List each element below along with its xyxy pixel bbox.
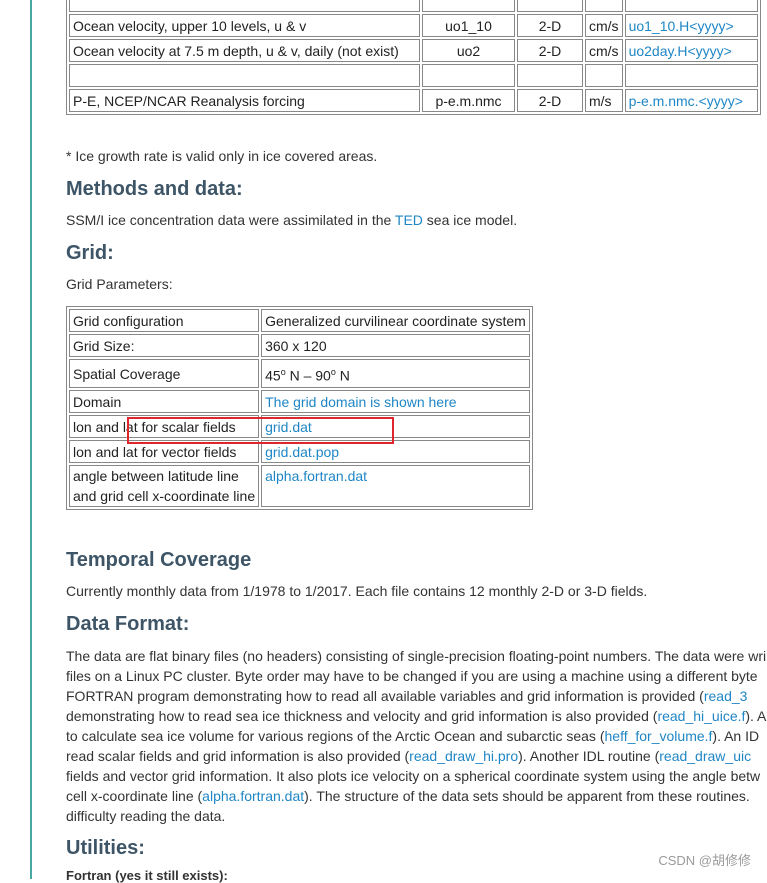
paragraph-line: files on a Linux PC cluster. Byte order … <box>66 668 758 684</box>
table-cell: cm/s <box>585 14 623 37</box>
table-row: Domain The grid domain is shown here <box>69 390 530 413</box>
grid-label: Grid configuration <box>69 309 260 332</box>
csdn-watermark: CSDN @胡修修 <box>658 853 751 868</box>
grid-value: 360 x 120 <box>261 334 530 357</box>
grid-domain-link[interactable]: The grid domain is shown here <box>265 394 456 410</box>
methods-text: SSM/I ice concentration data were assimi… <box>66 212 518 228</box>
table-row: P-E, NCEP/NCAR Reanalysis forcing p-e.m.n… <box>69 89 758 112</box>
grid-value: Generalized curvilinear coordinate syste… <box>261 309 530 332</box>
table-row: Ocean velocity, upper 10 levels, u & v uo… <box>69 14 758 37</box>
table-cell <box>69 64 420 87</box>
table-row: Ocean velocity at 7.5 m depth, u & v, da… <box>69 39 758 62</box>
table-row <box>69 0 758 12</box>
file-link[interactable]: read_hi_uice.f <box>657 708 745 724</box>
table-cell: P-E, NCEP/NCAR Reanalysis forcing <box>69 89 420 112</box>
table-cell <box>624 64 758 87</box>
table-cell: cm/s <box>585 39 623 62</box>
table-row: Grid configuration Generalized curviline… <box>69 309 530 332</box>
table-row: Grid Size: 360 x 120 <box>69 334 530 357</box>
variables-table: Ocean velocity, upper 10 levels, u & v uo… <box>66 0 761 115</box>
grid-intro: Grid Parameters: <box>66 276 173 292</box>
utilities-heading: Utilities: <box>66 837 145 859</box>
file-link[interactable]: read_3 <box>704 688 748 704</box>
table-cell <box>517 64 583 87</box>
paragraph-line: fields and vector grid information. It a… <box>66 768 761 784</box>
data-format-heading: Data Format: <box>66 613 190 635</box>
grid-label: Spatial Coverage <box>69 359 260 388</box>
table-cell: p-e.m.nmc <box>422 89 515 112</box>
paragraph-line: The data are flat binary files (no heade… <box>66 648 767 664</box>
grid-value: alpha.fortran.dat <box>261 465 530 507</box>
paragraph-line: difficulty reading the data. <box>66 808 226 824</box>
paragraph-line: read scalar fields and grid information … <box>66 748 752 764</box>
table-row <box>69 64 758 87</box>
grid-dat-pop-link[interactable]: grid.dat.pop <box>265 444 339 460</box>
file-link[interactable]: alpha.fortran.dat <box>202 788 304 804</box>
fortran-subheading: Fortran (yes it still exists): <box>66 868 228 883</box>
table-cell <box>624 0 758 12</box>
table-cell <box>585 64 623 87</box>
page-left-border <box>30 0 32 879</box>
highlight-box <box>127 417 394 444</box>
grid-value: 45o N – 90o N <box>261 359 530 388</box>
temporal-heading: Temporal Coverage <box>66 549 252 571</box>
grid-label: Grid Size: <box>69 334 260 357</box>
table-cell <box>422 64 515 87</box>
table-row: Spatial Coverage 45o N – 90o N <box>69 359 530 388</box>
file-link[interactable]: read_draw_hi.pro <box>409 748 518 764</box>
table-cell: uo2 <box>422 39 515 62</box>
table-cell: 2-D <box>517 14 583 37</box>
paragraph-line: to calculate sea ice volume for various … <box>66 728 760 744</box>
table-cell <box>69 0 420 12</box>
footnote: * Ice growth rate is valid only in ice c… <box>66 148 378 164</box>
table-cell: uo2day.H<yyyy> <box>624 39 758 62</box>
file-link[interactable]: heff_for_volume.f <box>605 728 713 744</box>
variable-file-link[interactable]: p-e.m.nmc.<yyyy> <box>629 93 743 109</box>
table-cell: p-e.m.nmc.<yyyy> <box>624 89 758 112</box>
alpha-fortran-link[interactable]: alpha.fortran.dat <box>265 468 367 484</box>
grid-label: Domain <box>69 390 260 413</box>
table-cell: m/s <box>585 89 623 112</box>
variable-file-link[interactable]: uo1_10.H<yyyy> <box>629 18 734 34</box>
grid-heading: Grid: <box>66 242 114 264</box>
file-link[interactable]: read_draw_uic <box>659 748 751 764</box>
grid-label: angle between latitude line and grid cell… <box>69 465 260 507</box>
paragraph-line: cell x-coordinate line (alpha.fortran.da… <box>66 788 750 804</box>
table-cell <box>585 0 623 12</box>
methods-heading: Methods and data: <box>66 178 243 200</box>
table-cell: 2-D <box>517 89 583 112</box>
table-cell <box>517 0 583 12</box>
temporal-text: Currently monthly data from 1/1978 to 1/… <box>66 583 648 599</box>
ted-link[interactable]: TED <box>395 212 423 228</box>
table-cell: Ocean velocity, upper 10 levels, u & v <box>69 14 420 37</box>
table-cell <box>422 0 515 12</box>
variable-file-link[interactable]: uo2day.H<yyyy> <box>629 43 732 59</box>
table-cell: Ocean velocity at 7.5 m depth, u & v, da… <box>69 39 420 62</box>
paragraph-line: FORTRAN program demonstrating how to rea… <box>66 688 748 704</box>
grid-table: Grid configuration Generalized curviline… <box>66 306 533 510</box>
table-cell: uo1_10 <box>422 14 515 37</box>
table-row: angle between latitude line and grid cell… <box>69 465 530 507</box>
paragraph-line: demonstrating how to read sea ice thickn… <box>66 708 767 724</box>
table-cell: 2-D <box>517 39 583 62</box>
table-cell: uo1_10.H<yyyy> <box>624 14 758 37</box>
data-format-paragraph: The data are flat binary files (no heade… <box>66 646 767 826</box>
grid-value: The grid domain is shown here <box>261 390 530 413</box>
